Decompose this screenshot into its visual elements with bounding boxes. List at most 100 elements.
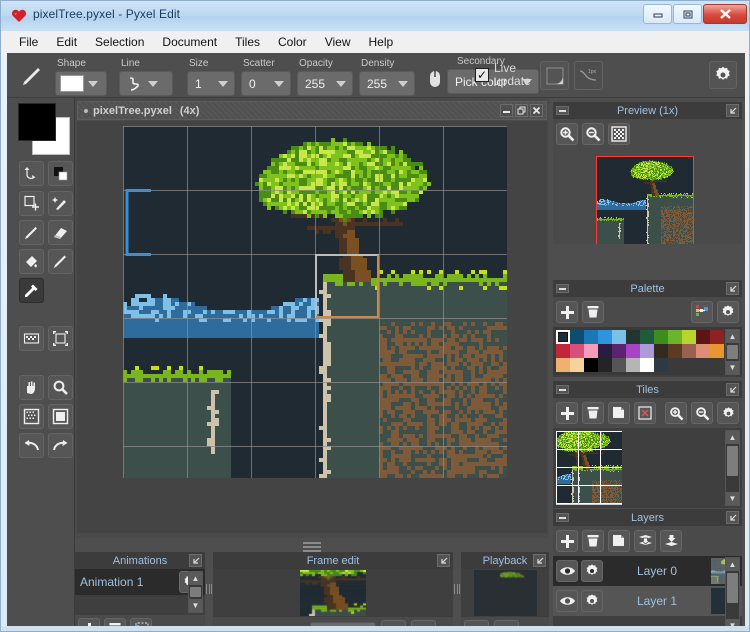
line-dropdown[interactable] xyxy=(119,71,173,96)
preview-popout-button[interactable] xyxy=(726,104,739,117)
preview-viewport[interactable] xyxy=(553,149,742,244)
palette-swatch[interactable] xyxy=(584,358,598,372)
app-settings-button[interactable] xyxy=(709,61,737,89)
animations-list[interactable]: Animation 1 ▲ ▼ xyxy=(75,569,205,615)
scroll-down-icon[interactable]: ▼ xyxy=(726,361,739,374)
frame-thumbnail[interactable] xyxy=(300,570,366,616)
palette-swatch[interactable] xyxy=(626,358,640,372)
palette-popout-button[interactable] xyxy=(726,282,739,295)
playback-popout-button[interactable] xyxy=(533,554,546,567)
color-ramp-button[interactable] xyxy=(691,301,713,323)
tiles-zoom-in-button[interactable] xyxy=(665,402,687,424)
animations-popout-button[interactable] xyxy=(189,554,202,567)
layer-settings-button[interactable] xyxy=(581,590,603,612)
scroll-up-icon[interactable]: ▲ xyxy=(726,558,739,571)
undo-button[interactable] xyxy=(19,433,44,458)
palette-grid[interactable] xyxy=(553,327,742,375)
palette-collapse-button[interactable] xyxy=(556,284,569,293)
menu-selection[interactable]: Selection xyxy=(86,32,153,52)
palette-swatch[interactable] xyxy=(556,330,570,344)
menu-color[interactable]: Color xyxy=(269,32,316,52)
scroll-thumb[interactable] xyxy=(727,573,738,603)
redo-button[interactable] xyxy=(48,433,73,458)
palette-swatch[interactable] xyxy=(668,344,682,358)
pencil-tool[interactable] xyxy=(19,220,44,245)
document-minimize-button[interactable] xyxy=(500,104,513,117)
palette-swatch[interactable] xyxy=(598,344,612,358)
opacity-dropdown[interactable]: 255 xyxy=(297,71,353,96)
palette-swatch[interactable] xyxy=(696,330,710,344)
tiles-settings-button[interactable] xyxy=(717,402,739,424)
canvas-viewport[interactable] xyxy=(77,121,547,533)
layers-list[interactable]: Layer 0 Layer 1 ▲ ▼ xyxy=(553,556,742,631)
menu-edit[interactable]: Edit xyxy=(47,32,86,52)
palette-swatch[interactable] xyxy=(584,344,598,358)
eraser-tool[interactable] xyxy=(48,220,73,245)
palette-swatch[interactable] xyxy=(598,330,612,344)
palette-swatch[interactable] xyxy=(570,330,584,344)
scroll-up-icon[interactable]: ▲ xyxy=(726,330,739,343)
pixel-canvas[interactable] xyxy=(123,126,507,478)
maximize-button[interactable] xyxy=(673,4,702,24)
fill-bucket-tool[interactable] xyxy=(19,249,44,274)
palette-scrollbar[interactable]: ▲ ▼ xyxy=(725,329,740,375)
palette-swatch[interactable] xyxy=(570,358,584,372)
pan-hand-tool[interactable] xyxy=(19,375,44,400)
palette-swatch[interactable] xyxy=(626,344,640,358)
eyedropper-tool[interactable] xyxy=(19,278,44,303)
layers-collapse-button[interactable] xyxy=(556,513,569,522)
layers-scrollbar[interactable]: ▲ ▼ xyxy=(725,557,740,631)
scroll-thumb[interactable] xyxy=(190,587,201,597)
tile-grid-tool[interactable] xyxy=(19,404,44,429)
menu-view[interactable]: View xyxy=(316,32,360,52)
flatten-layers-button[interactable] xyxy=(660,530,682,552)
live-update-group[interactable]: ✓ Live update xyxy=(475,62,542,88)
menu-document[interactable]: Document xyxy=(153,32,226,52)
duplicate-layer-button[interactable] xyxy=(608,530,630,552)
color-swatches[interactable] xyxy=(18,103,70,155)
palette-settings-button[interactable] xyxy=(717,301,739,323)
close-button[interactable] xyxy=(703,4,747,24)
preview-transparency-button[interactable] xyxy=(608,123,630,145)
palette-swatch[interactable] xyxy=(710,330,724,344)
duplicate-tile-button[interactable] xyxy=(608,402,630,424)
document-titlebar[interactable]: pixelTree.pyxel (4x) xyxy=(77,101,547,120)
scroll-down-icon[interactable]: ▼ xyxy=(189,599,202,612)
add-color-button[interactable] xyxy=(556,301,578,323)
magic-wand-tool[interactable] xyxy=(48,191,73,216)
zoom-tool[interactable] xyxy=(48,375,73,400)
palette-swatch[interactable] xyxy=(654,358,668,372)
scroll-thumb[interactable] xyxy=(727,446,738,476)
delete-tile-button[interactable] xyxy=(582,402,604,424)
tiles-collapse-button[interactable] xyxy=(556,385,569,394)
layer-visibility-toggle[interactable] xyxy=(556,560,578,582)
preview-collapse-button[interactable] xyxy=(556,106,569,115)
swap-colors-button[interactable] xyxy=(19,161,44,186)
preview-zoom-out-button[interactable] xyxy=(582,123,604,145)
palette-swatch[interactable] xyxy=(640,344,654,358)
live-update-checkbox[interactable]: ✓ xyxy=(475,68,489,82)
menu-tiles[interactable]: Tiles xyxy=(226,32,269,52)
select-rect-tool[interactable] xyxy=(19,191,44,216)
default-colors-button[interactable] xyxy=(48,161,73,186)
palette-swatch[interactable] xyxy=(570,344,584,358)
dither-tool[interactable] xyxy=(19,326,44,351)
scroll-up-icon[interactable]: ▲ xyxy=(189,572,202,585)
frame-preview-area[interactable] xyxy=(213,569,453,617)
palette-swatch[interactable] xyxy=(654,344,668,358)
palette-swatch[interactable] xyxy=(612,358,626,372)
document-close-button[interactable] xyxy=(530,104,543,117)
palette-swatch[interactable] xyxy=(626,330,640,344)
size-dropdown[interactable]: 1 xyxy=(187,71,235,96)
palette-swatch[interactable] xyxy=(682,344,696,358)
add-layer-button[interactable] xyxy=(556,530,578,552)
delete-color-button[interactable] xyxy=(582,301,604,323)
remove-unused-tiles-button[interactable] xyxy=(634,402,656,424)
palette-swatch[interactable] xyxy=(612,330,626,344)
layer-row-0[interactable]: Layer 0 xyxy=(553,556,742,586)
add-tile-button[interactable] xyxy=(556,402,578,424)
foreground-color-swatch[interactable] xyxy=(18,103,56,141)
palette-swatch[interactable] xyxy=(640,358,654,372)
palette-swatch[interactable] xyxy=(696,344,710,358)
scroll-down-icon[interactable]: ▼ xyxy=(726,492,739,505)
